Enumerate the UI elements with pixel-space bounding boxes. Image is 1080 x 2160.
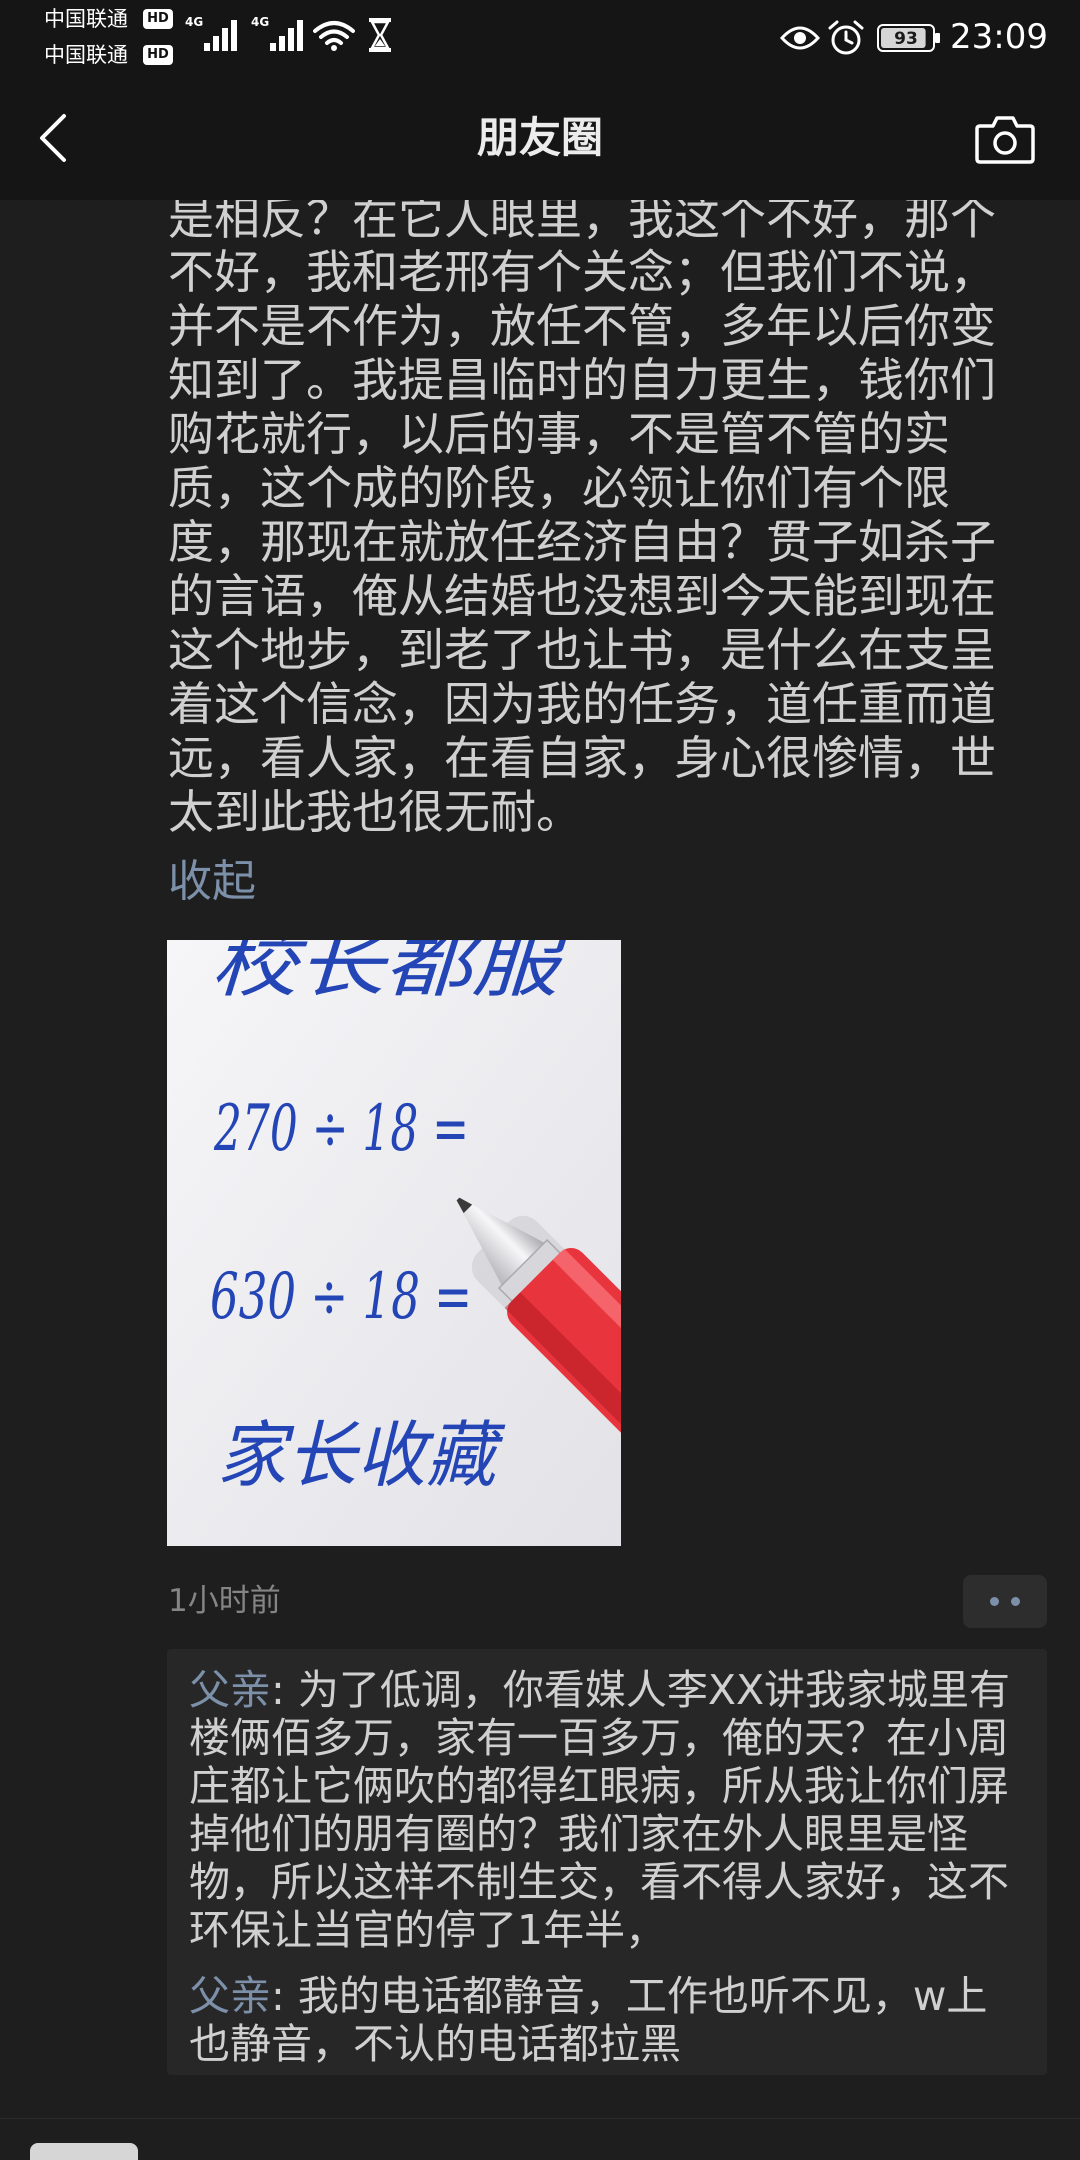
hd-badge-primary: HD — [143, 9, 173, 29]
comment-text: 为了低调，你看媒人李XX讲我家城里有楼俩佰多万，家有一百多万，俺的天？在小周庄都… — [189, 1666, 1011, 1954]
handwriting-line-3: 630 ÷ 18 = — [210, 1260, 472, 1334]
post-body-text: 是相反？在它人眼里，我这个不好，那个不好，我和老邢有个关念；但我们不说，并不是不… — [168, 191, 996, 839]
carrier-label-secondary: 中国联通 — [44, 43, 128, 67]
comment-author[interactable]: 父亲 — [189, 1666, 271, 1714]
handwriting-line-1: 校长都服 — [210, 940, 568, 1007]
comment-separator: : — [271, 1666, 298, 1714]
battery-percent-label: 93 — [894, 29, 918, 49]
hourglass-icon — [369, 18, 391, 52]
post-timestamp: 1小时前 — [168, 1583, 281, 1619]
comment-author[interactable]: 父亲 — [189, 1972, 271, 2020]
eye-icon — [780, 26, 820, 50]
network-type-label-secondary: 4G — [251, 15, 270, 29]
comment-list: 父亲: 为了低调，你看媒人李XX讲我家城里有楼俩佰多万，家有一百多万，俺的天？在… — [167, 1649, 1047, 2075]
comment-text: 我的电话都静音，工作也听不见，w上也静音，不认的电话都拉黑 — [189, 1972, 988, 2068]
more-actions-button[interactable] — [963, 1575, 1047, 1628]
handwriting-line-4: 家长收藏 — [217, 1413, 506, 1497]
wifi-icon — [313, 21, 355, 51]
more-dots-icon — [990, 1597, 999, 1606]
chevron-left-icon[interactable] — [34, 112, 74, 164]
handwriting-line-2: 270 ÷ 18 = — [213, 1092, 469, 1166]
carrier-label-primary: 中国联通 — [44, 7, 128, 31]
camera-icon[interactable] — [974, 112, 1036, 166]
hd-badge-secondary: HD — [143, 45, 173, 65]
avatar-icon[interactable] — [30, 2143, 138, 2160]
signal-bars-icon — [270, 20, 303, 51]
collapse-link[interactable]: 收起 — [168, 855, 256, 909]
comment-item[interactable]: 父亲: 我的电话都静音，工作也听不见，w上也静音，不认的电话都拉黑 — [189, 1972, 1017, 2068]
comment-separator: : — [271, 1972, 298, 2020]
alarm-clock-icon — [828, 20, 864, 55]
post-image[interactable]: 校长都服 270 ÷ 18 = 630 ÷ 18 = 家长收藏 — [167, 940, 621, 1546]
top-bar: 中国联通 HD 中国联通 HD 4G 4G 93 23:09 朋友圈 — [0, 0, 1080, 200]
post-divider — [0, 2118, 1080, 2119]
network-type-label-primary: 4G — [185, 15, 204, 29]
page-title: 朋友圈 — [476, 113, 603, 162]
signal-bars-icon — [204, 20, 237, 51]
more-dots-icon — [1011, 1597, 1020, 1606]
clock-time: 23:09 — [950, 17, 1048, 57]
battery-icon: 93 — [877, 24, 940, 52]
comment-item[interactable]: 父亲: 为了低调，你看媒人李XX讲我家城里有楼俩佰多万，家有一百多万，俺的天？在… — [189, 1666, 1017, 1954]
